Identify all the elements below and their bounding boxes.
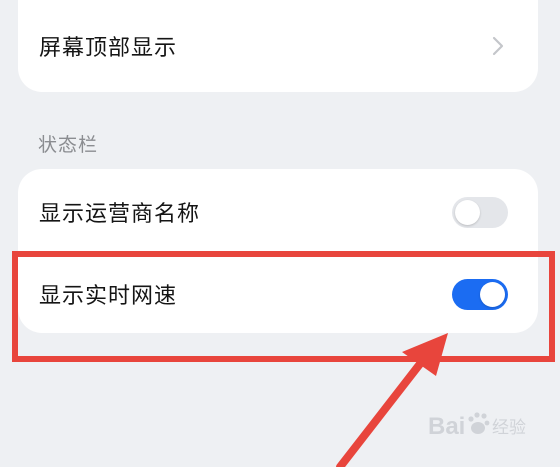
baidu-paw-icon: Bai 经验	[428, 412, 526, 440]
svg-text:经验: 经验	[492, 418, 526, 438]
chevron-right-icon	[488, 36, 508, 56]
toggle-knob	[455, 199, 480, 225]
baidu-watermark: Bai 经验	[428, 404, 540, 444]
highlight-box	[12, 251, 555, 362]
show-carrier-name-toggle[interactable]	[452, 196, 508, 228]
status-bar-section-title: 状态栏	[38, 134, 99, 156]
svg-text:Bai: Bai	[428, 413, 465, 440]
screen-top-display-row[interactable]: 屏幕顶部显示	[18, 0, 538, 92]
screen-top-display-label: 屏幕顶部显示	[39, 36, 178, 61]
screen-top-card: 屏幕顶部显示	[18, 0, 538, 92]
show-carrier-name-label: 显示运营商名称	[39, 202, 201, 227]
show-carrier-name-row[interactable]: 显示运营商名称	[18, 169, 538, 255]
